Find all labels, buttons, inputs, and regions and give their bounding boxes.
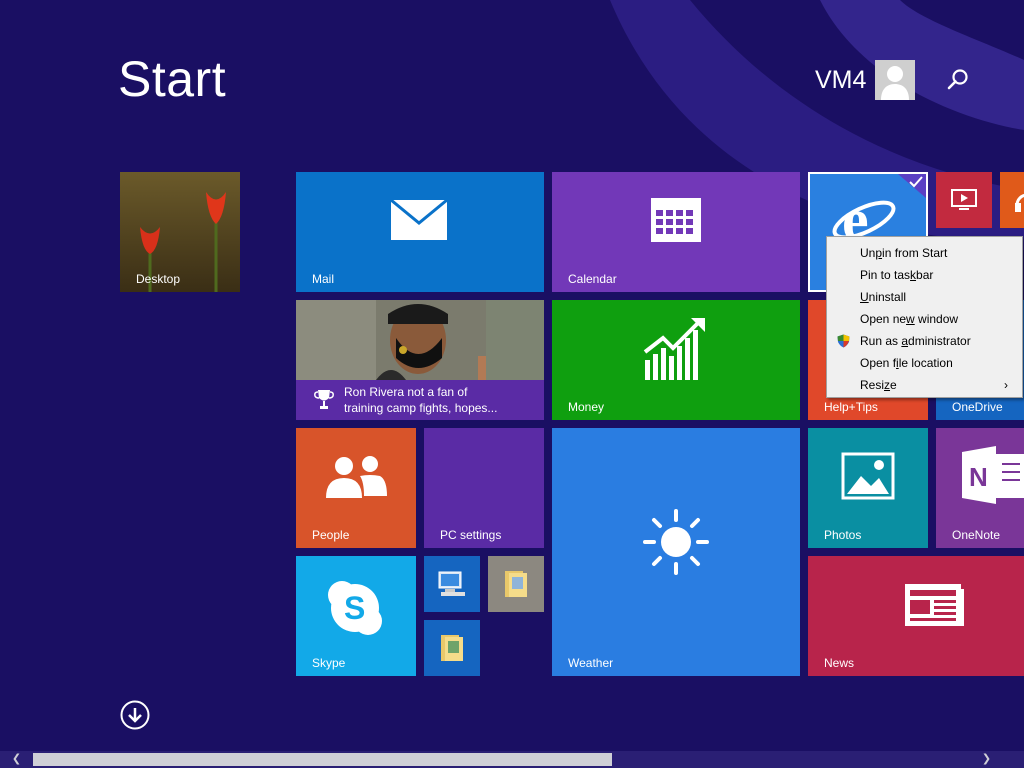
picture-folder-icon	[441, 635, 463, 661]
menu-item-open-new-window[interactable]: Open new window	[827, 308, 1022, 330]
svg-text:N: N	[969, 462, 988, 492]
tile-label: Calendar	[568, 272, 617, 286]
tile-label: Desktop	[136, 272, 181, 286]
tile-weather[interactable]: Weather	[552, 428, 800, 676]
chevron-right-icon: ›	[1004, 378, 1008, 392]
tile-label: Photos	[824, 528, 862, 542]
tile-news[interactable]: News	[808, 556, 1024, 676]
tile-this-pc[interactable]	[424, 556, 480, 612]
tile-desktop[interactable]: Desktop	[120, 172, 240, 292]
mail-envelope-icon	[390, 199, 448, 240]
tile-label: Help+Tips	[824, 400, 878, 414]
tile-label: Money	[568, 400, 605, 414]
tile-label: People	[312, 528, 350, 542]
headline-bar: Ron Rivera not a fan of training camp fi…	[296, 380, 544, 420]
sun-icon	[643, 509, 709, 575]
tile-video[interactable]	[936, 172, 992, 228]
news-photo	[296, 300, 544, 380]
tile-windows-photo-viewer[interactable]	[424, 620, 480, 676]
tile-label: Skype	[312, 656, 346, 670]
tile-mail[interactable]: Mail	[296, 172, 544, 292]
headline-text: Ron Rivera not a fan of training camp fi…	[344, 384, 497, 416]
tile-label: News	[824, 656, 855, 670]
tile-music[interactable]	[1000, 172, 1024, 228]
onenote-icon: N	[962, 446, 1024, 504]
tile-calendar[interactable]: Calendar	[552, 172, 800, 292]
tile-onenote[interactable]: N OneNote	[936, 428, 1024, 548]
page-title: Start	[118, 51, 227, 107]
money-chart-icon	[643, 318, 705, 380]
tile-photos[interactable]: Photos	[808, 428, 928, 548]
svg-text:S: S	[344, 590, 365, 626]
photos-icon	[841, 452, 895, 500]
people-icon	[326, 456, 387, 498]
newspaper-icon	[905, 584, 964, 626]
tile-money[interactable]: Money	[552, 300, 800, 420]
menu-item-unpin-from-start[interactable]: Unpin from Start	[827, 242, 1022, 264]
menu-item-open-file-location[interactable]: Open file location	[827, 352, 1022, 374]
tile-people[interactable]: People	[296, 428, 416, 548]
video-icon	[951, 189, 977, 210]
tile-pc-settings[interactable]: PC settings	[424, 428, 544, 548]
tile-file-explorer[interactable]	[488, 556, 544, 612]
menu-item-uninstall[interactable]: Uninstall	[827, 286, 1022, 308]
tile-label: OneDrive	[952, 400, 1003, 414]
menu-item-pin-to-taskbar[interactable]: Pin to taskbar	[827, 264, 1022, 286]
arrow-down-circle-icon[interactable]	[120, 700, 150, 730]
tile-label: Mail	[312, 272, 335, 286]
tile-skype[interactable]: S Skype	[296, 556, 416, 676]
headline-line-2: training camp fights, hopes...	[344, 401, 498, 415]
folder-icon	[505, 571, 527, 597]
menu-item-resize[interactable]: Resize ›	[827, 374, 1022, 396]
calendar-icon	[651, 198, 701, 242]
headphones-icon	[1015, 193, 1024, 212]
user-avatar-icon	[875, 60, 916, 100]
computer-icon	[438, 571, 465, 596]
uac-shield-icon	[837, 334, 850, 348]
skype-icon: S	[328, 581, 382, 635]
tile-news-headline[interactable]: Ron Rivera not a fan of training camp fi…	[296, 300, 544, 420]
tile-label: OneNote	[952, 528, 1001, 542]
tile-label: PC settings	[440, 528, 502, 542]
scroll-left-icon[interactable]: ❮	[8, 751, 25, 768]
context-menu: Unpin from Start Pin to taskbar Uninstal…	[826, 236, 1023, 398]
headline-line-1: Ron Rivera not a fan of	[344, 385, 468, 399]
horizontal-scrollbar[interactable]: ❮ ❯	[0, 751, 1024, 768]
trophy-icon	[314, 390, 334, 409]
scroll-right-icon[interactable]: ❯	[978, 751, 995, 768]
scrollbar-thumb[interactable]	[33, 753, 612, 766]
menu-item-run-as-administrator[interactable]: Run as administrator	[827, 330, 1022, 352]
tile-label: Weather	[568, 656, 614, 670]
user-account[interactable]: VM4	[815, 60, 916, 100]
selected-checkmark-icon	[898, 174, 926, 198]
search-icon[interactable]	[944, 66, 972, 94]
user-name: VM4	[815, 65, 867, 94]
